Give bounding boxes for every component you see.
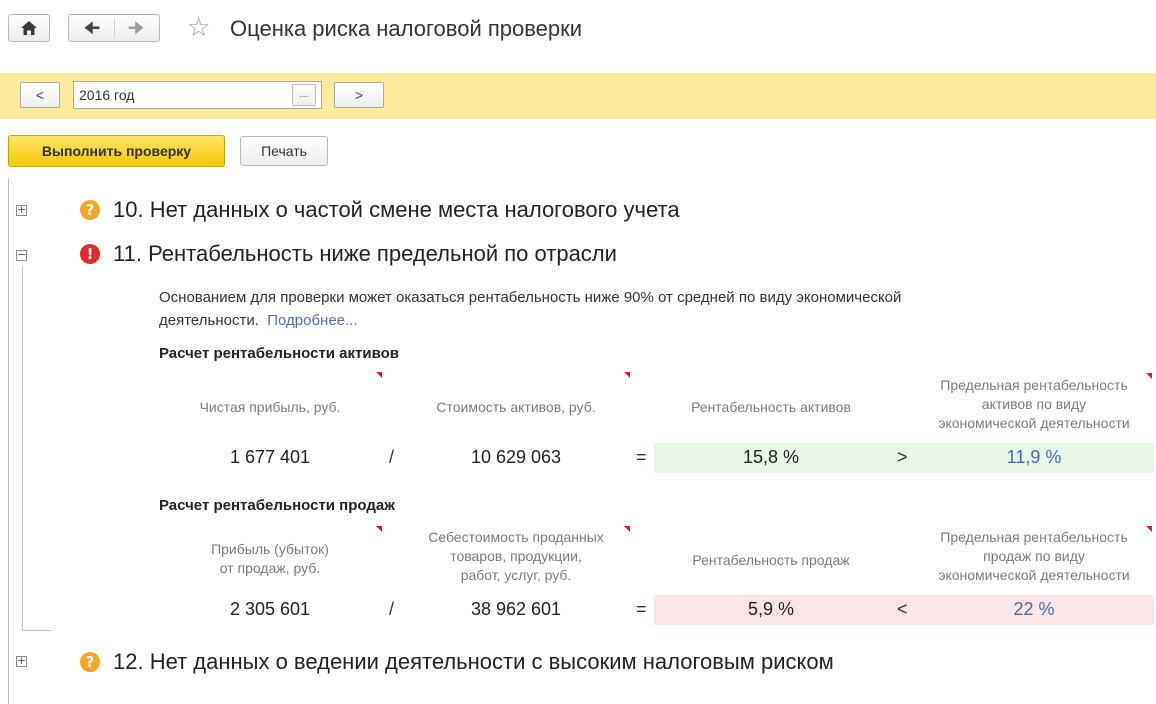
assets-profitability-value: 15,8 % bbox=[742, 447, 800, 467]
sales-profitability-value: 5,9 % bbox=[747, 599, 795, 619]
select-period-button[interactable]: ... bbox=[292, 84, 316, 106]
expand-toggle-10[interactable]: + bbox=[16, 204, 27, 216]
history-nav: 🠈 🠊 bbox=[68, 14, 160, 42]
check-item-10[interactable]: 10. Нет данных о частой смене места нало… bbox=[113, 197, 680, 223]
collapse-toggle-11[interactable]: − bbox=[16, 249, 27, 261]
expand-toggle-12[interactable]: + bbox=[16, 655, 27, 667]
assets-profitability-header: Рентабельность активов bbox=[691, 399, 851, 415]
net-profit-value: 1 677 401 bbox=[229, 447, 311, 467]
check-item-11[interactable]: 11. Рентабельность ниже предельной по от… bbox=[113, 241, 617, 267]
assets-limit-header: Предельная рентабельность активов по вид… bbox=[938, 377, 1130, 431]
tree-line bbox=[22, 266, 23, 630]
warning-icon: ? bbox=[80, 652, 100, 672]
period-bar: < 2016 год ... > bbox=[0, 73, 1156, 119]
period-field[interactable]: 2016 год bbox=[73, 81, 322, 109]
error-icon: ! bbox=[80, 244, 100, 264]
comparison-sign: < bbox=[897, 599, 908, 619]
marker-icon bbox=[376, 372, 382, 378]
sales-limit-header: Предельная рентабельность продаж по виду… bbox=[938, 529, 1130, 583]
cost-of-sales-header: Себестоимость проданных товаров, продукц… bbox=[428, 529, 604, 583]
home-icon bbox=[21, 21, 37, 35]
check-item-12[interactable]: 12. Нет данных о ведении деятельности с … bbox=[113, 649, 834, 675]
marker-icon bbox=[376, 526, 382, 532]
page-title: Оценка риска налоговой проверки bbox=[230, 16, 583, 41]
assets-limit-value: 11,9 % bbox=[1006, 447, 1062, 467]
assets-section-title: Расчет рентабельности активов bbox=[159, 345, 400, 362]
divide-sign: / bbox=[389, 599, 395, 619]
divide-sign: / bbox=[389, 447, 395, 467]
sales-profit-value: 2 305 601 bbox=[229, 599, 311, 619]
more-link[interactable]: Подробнее... bbox=[267, 312, 357, 329]
assets-cost-value: 10 629 063 bbox=[470, 447, 562, 467]
marker-icon bbox=[624, 372, 630, 378]
tree-line-end bbox=[22, 630, 52, 631]
next-period-button[interactable]: > bbox=[334, 82, 384, 108]
sales-limit-value: 22 % bbox=[1013, 599, 1055, 619]
equals-sign: = bbox=[636, 447, 647, 467]
sales-profit-header: Прибыль (убыток) от продаж, руб. bbox=[211, 541, 329, 576]
cost-of-sales-value: 38 962 601 bbox=[470, 599, 562, 619]
print-button[interactable]: Печать bbox=[240, 136, 328, 166]
assets-cost-header: Стоимость активов, руб. bbox=[436, 399, 596, 415]
home-button[interactable] bbox=[8, 14, 50, 42]
net-profit-header: Чистая прибыль, руб. bbox=[199, 399, 341, 415]
tree-border bbox=[8, 178, 9, 704]
prev-period-button[interactable]: < bbox=[20, 82, 60, 108]
check-description: Основанием для проверки может оказаться … bbox=[159, 286, 979, 332]
arrow-left-icon[interactable]: 🠈 bbox=[77, 15, 107, 41]
sales-section-title: Расчет рентабельности продаж bbox=[159, 497, 395, 514]
comparison-sign: > bbox=[897, 447, 908, 467]
warning-icon: ? bbox=[80, 200, 100, 220]
sales-profitability-header: Рентабельность продаж bbox=[692, 552, 850, 568]
star-icon[interactable]: ☆ bbox=[187, 12, 210, 43]
equals-sign: = bbox=[636, 599, 647, 619]
arrow-right-icon[interactable]: 🠊 bbox=[121, 15, 151, 41]
run-check-button[interactable]: Выполнить проверку bbox=[8, 135, 225, 167]
